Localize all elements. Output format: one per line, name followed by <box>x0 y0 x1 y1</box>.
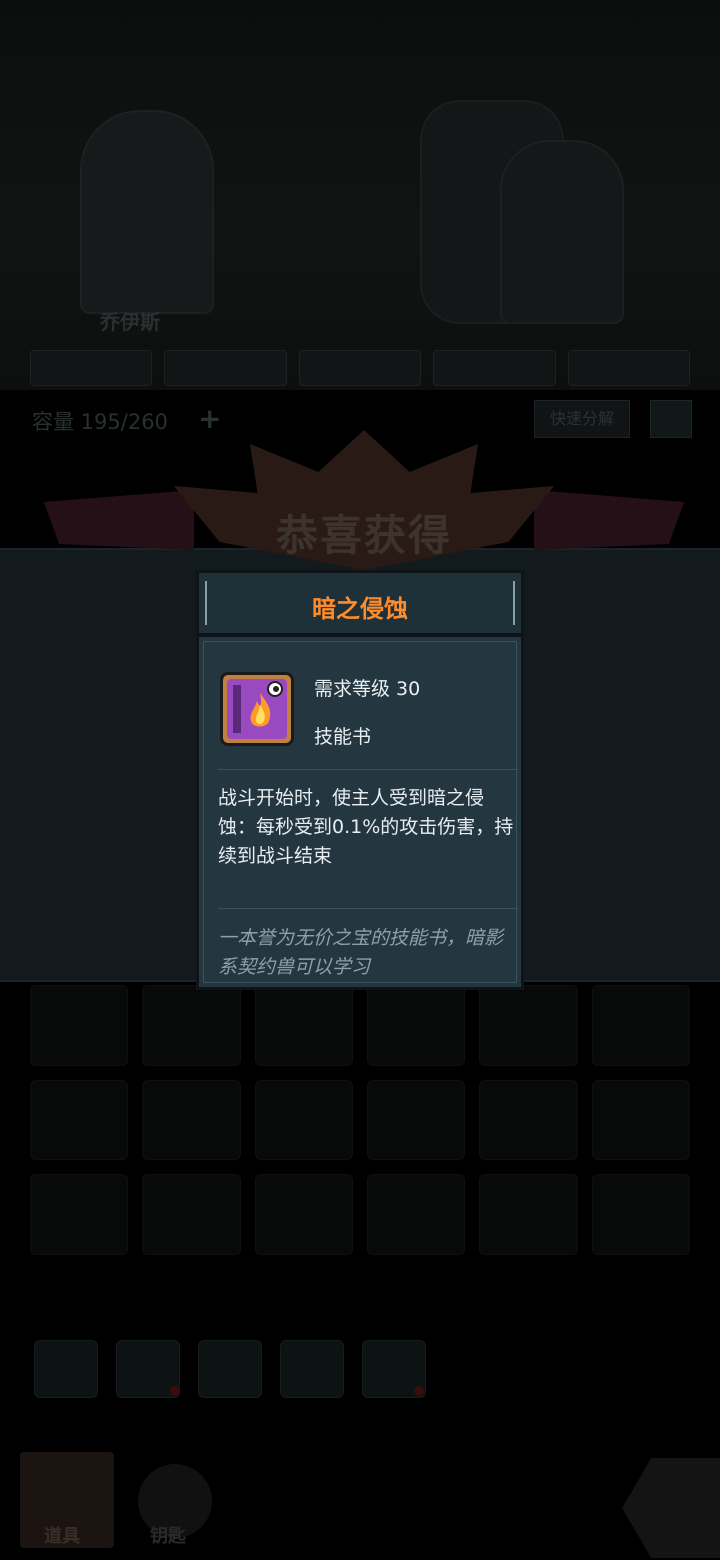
inventory-cell[interactable] <box>367 1174 466 1255</box>
popup-inner-frame: 需求等级 30 技能书 战斗开始时，使主人受到暗之侵蚀：每秒受到0.1%的攻击伤… <box>203 641 518 983</box>
hero-portrait-3[interactable] <box>500 140 624 324</box>
item-title: 暗之侵蚀 <box>312 595 408 623</box>
hero-slot-row <box>30 350 691 386</box>
inventory-cell[interactable] <box>30 985 129 1066</box>
divider <box>218 908 518 909</box>
divider <box>218 769 518 770</box>
inventory-cell[interactable] <box>30 1079 129 1161</box>
inventory-cell[interactable] <box>591 985 690 1066</box>
hero-portrait[interactable] <box>80 110 214 314</box>
item-description: 战斗开始时，使主人受到暗之侵蚀：每秒受到0.1%的攻击伤害，持续到战斗结束 <box>218 787 514 867</box>
tab-misc[interactable] <box>280 1340 344 1398</box>
book-spine <box>233 685 241 733</box>
required-level: 需求等级 30 <box>314 678 421 700</box>
inventory-cell[interactable] <box>479 1079 578 1161</box>
popup-header: 暗之侵蚀 <box>196 570 524 636</box>
inventory-cell[interactable] <box>142 1174 241 1255</box>
back-arrow-icon[interactable] <box>622 1458 720 1558</box>
ribbon-left <box>44 490 194 550</box>
item-type: 技能书 <box>314 726 372 748</box>
inventory-cell[interactable] <box>142 985 241 1066</box>
skill-book-icon <box>227 679 287 739</box>
ribbon-right <box>534 490 684 550</box>
inventory-cell[interactable] <box>479 985 578 1066</box>
inventory-cell[interactable] <box>254 985 353 1066</box>
inventory-cell[interactable] <box>591 1174 690 1255</box>
inventory-cell[interactable] <box>367 1079 466 1161</box>
inventory-cell[interactable] <box>254 1079 353 1161</box>
inventory-cell[interactable] <box>254 1174 353 1255</box>
tab-accessory[interactable] <box>198 1340 262 1398</box>
notification-dot <box>414 1386 424 1396</box>
hero-name: 乔伊斯 <box>100 310 160 334</box>
eye-icon <box>267 681 283 697</box>
tab-weapon[interactable] <box>34 1340 98 1398</box>
inventory-cell[interactable] <box>367 985 466 1066</box>
inventory-grid <box>30 985 690 1255</box>
category-tabs <box>34 1340 434 1398</box>
inventory-cell[interactable] <box>479 1174 578 1255</box>
inventory-cell[interactable] <box>591 1079 690 1161</box>
reward-banner: 恭喜获得 <box>44 430 684 580</box>
item-detail-popup: 暗之侵蚀 需求等级 30 技能书 战斗开始时，使主人受到暗之侵蚀：每秒受到0.1… <box>196 570 524 990</box>
flavor-text: 一本誉为无价之宝的技能书，暗影系契约兽可以学习 <box>218 927 504 978</box>
popup-body: 需求等级 30 技能书 战斗开始时，使主人受到暗之侵蚀：每秒受到0.1%的攻击伤… <box>196 634 524 990</box>
inventory-cell[interactable] <box>142 1079 241 1161</box>
inventory-cell[interactable] <box>30 1174 129 1255</box>
item-icon-frame <box>220 672 294 746</box>
nav-items-label: 道具 <box>44 1526 80 1547</box>
banner-title: 恭喜获得 <box>275 511 452 560</box>
nav-keys-label: 钥匙 <box>150 1526 186 1547</box>
notification-dot <box>170 1386 180 1396</box>
flame-icon <box>250 693 271 727</box>
